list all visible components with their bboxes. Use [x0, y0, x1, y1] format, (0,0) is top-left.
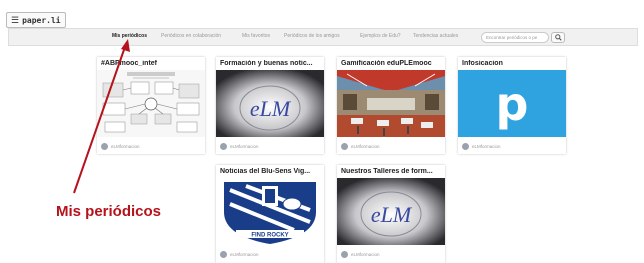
annotation-arrow [73, 39, 130, 194]
annotation-label: Mis periódicos [56, 203, 162, 220]
